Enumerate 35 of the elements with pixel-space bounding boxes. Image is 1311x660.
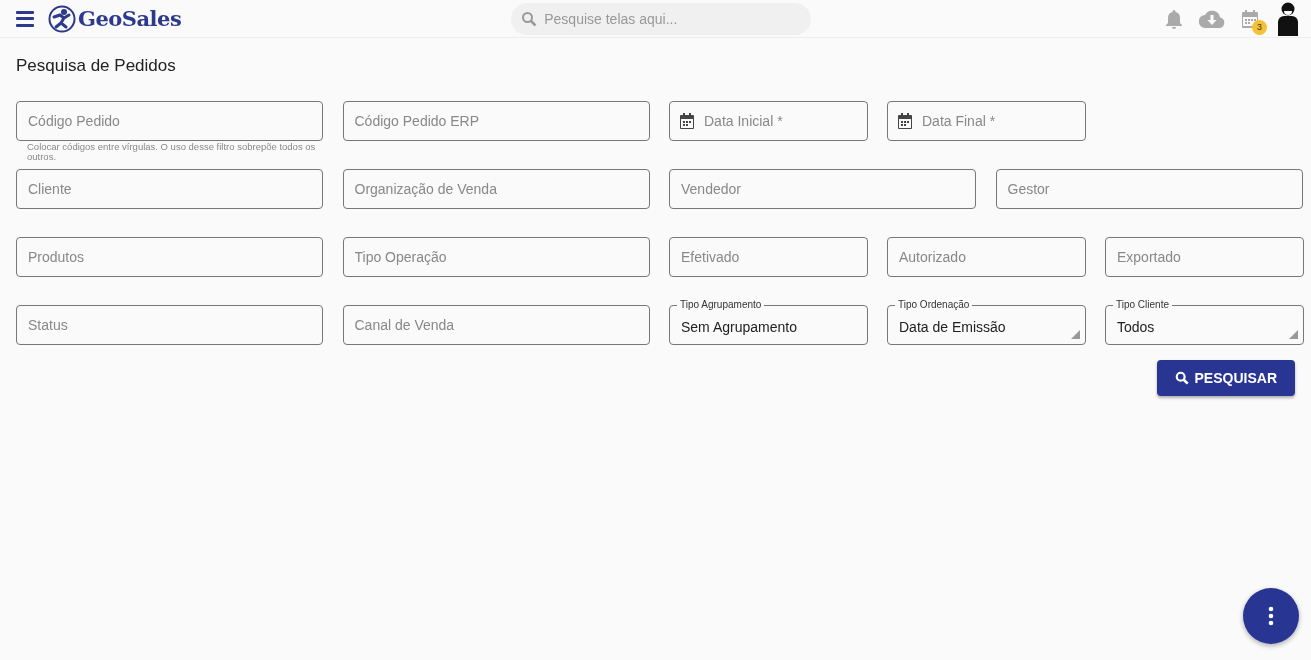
input-field[interactable]: Código Pedido ERP [342, 101, 650, 141]
brand-name: GeoSales [78, 6, 182, 31]
more-vertical-icon [1268, 606, 1274, 626]
input-field[interactable]: Autorizado [887, 237, 1086, 277]
search-icon [1174, 371, 1189, 385]
input-field[interactable]: Gestor [995, 169, 1303, 209]
input-field[interactable]: Status [16, 305, 323, 345]
input-field[interactable]: Produtos [16, 237, 323, 277]
calendar-icon[interactable] [897, 112, 913, 130]
search-button[interactable]: PESQUISAR [1156, 360, 1295, 396]
input-field[interactable]: Efetivado [669, 237, 868, 277]
date-field[interactable]: Data Inicial * [669, 101, 868, 141]
date-field[interactable]: Data Final * [887, 101, 1086, 141]
input-field[interactable]: Organização de Venda [342, 169, 650, 209]
input-field[interactable]: Exportado [1105, 237, 1304, 277]
menu-button[interactable] [16, 10, 34, 27]
search-field[interactable]: Pesquise telas aqui... [511, 2, 812, 35]
input-field[interactable]: Vendedor [669, 169, 976, 209]
more-options-button[interactable] [1243, 588, 1299, 644]
notification-badge: 3 [1252, 19, 1267, 35]
user-avatar-icon[interactable] [1275, 1, 1301, 36]
runner-logo-icon [48, 4, 76, 33]
field-label: Tipo Cliente [1113, 299, 1172, 311]
field-label: Tipo Agrupamento [677, 299, 765, 311]
input-field[interactable]: Código Pedido [16, 101, 323, 141]
search-icon [521, 10, 538, 27]
field-label: Tipo Ordenação [895, 299, 973, 311]
input-field[interactable]: Canal de Venda [342, 305, 650, 345]
helper-text: Colocar códigos entre vírgulas. O uso desse filtro sobrepõe todos os outros. [27, 142, 317, 162]
input-field[interactable]: Tipo Operação [342, 237, 650, 277]
calendar-icon[interactable] [679, 112, 695, 130]
dropdown-triangle-icon [1288, 330, 1298, 339]
dropdown-triangle-icon [1070, 330, 1080, 339]
input-field[interactable]: Cliente [16, 169, 323, 209]
page-title: Pesquisa de Pedidos [16, 56, 177, 76]
